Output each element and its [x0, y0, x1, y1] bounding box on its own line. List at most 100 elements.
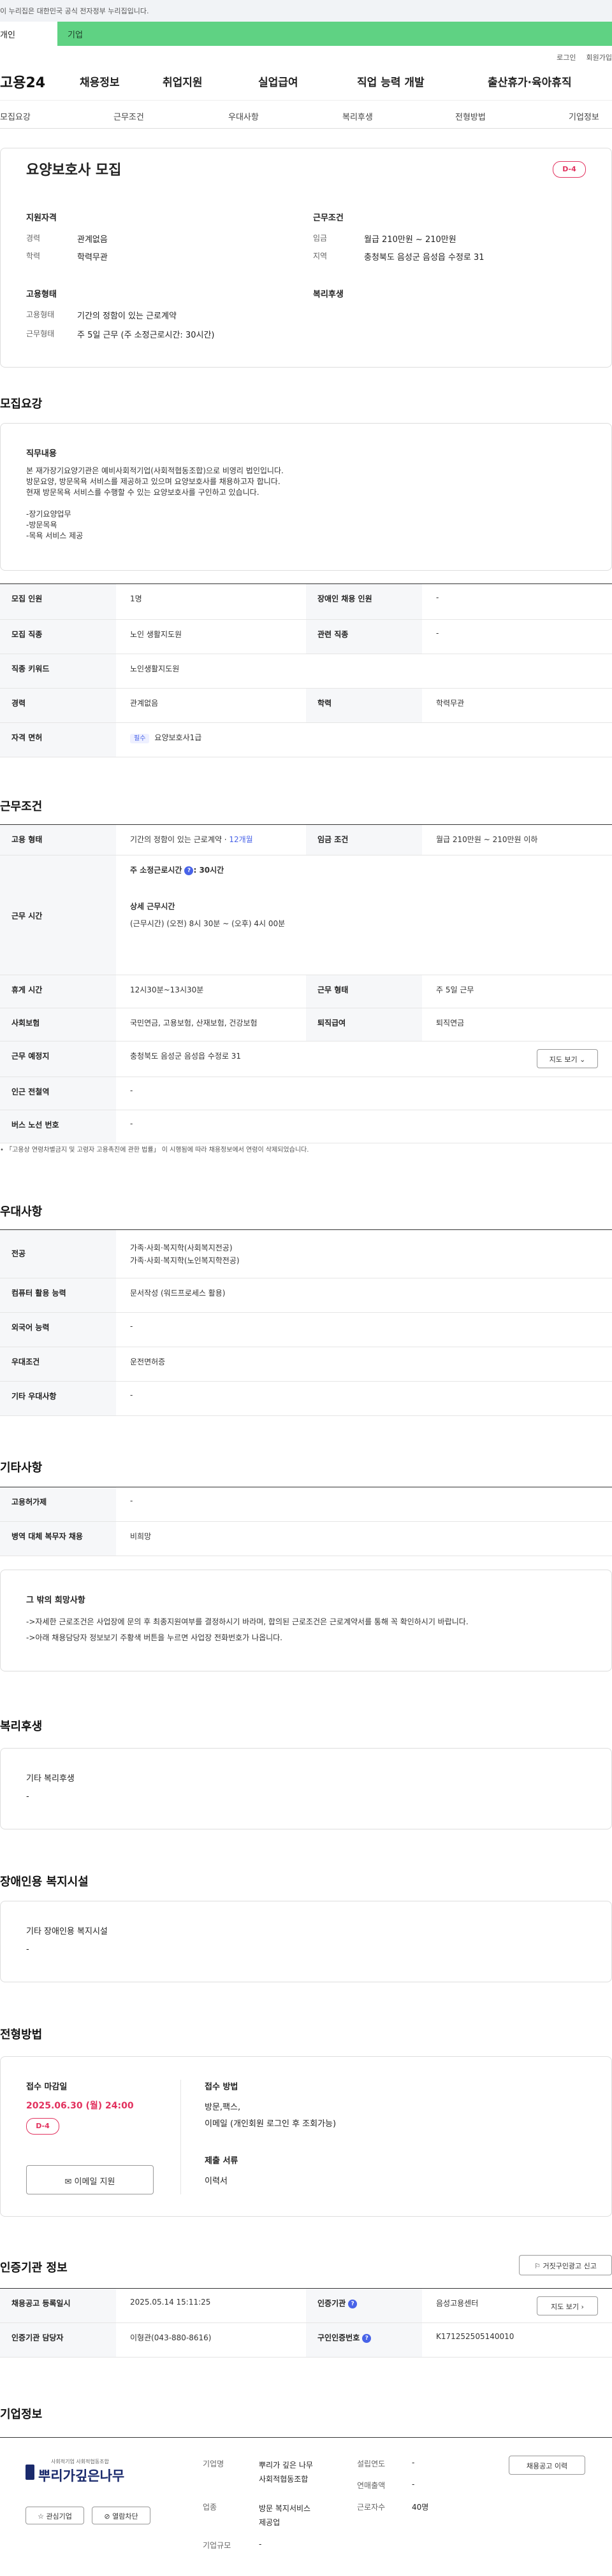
tab-welfare[interactable]: 복리후생	[342, 110, 373, 122]
company-logo-text: 뿌리가깊은나무	[38, 2468, 125, 2484]
edu-row-label: 학력	[306, 689, 422, 722]
duty-card: 직무내용 본 재가장기요양기관은 예비사회적기업(사회적협동조합)으로 비영리 …	[0, 423, 612, 571]
tab-process[interactable]: 전형방법	[455, 110, 486, 122]
inst-label-text: 인증기관	[317, 2299, 346, 2308]
block-label: 열람차단	[112, 2512, 138, 2521]
condition-heading: 근무조건	[0, 800, 43, 813]
career-row-value: 관계없음	[130, 699, 159, 708]
summary-card: 요양보호사 모집 D-4 지원자격 경력 관계없음 학력 학력무관 근무조건 임…	[0, 148, 612, 368]
welfare-card: 기타 복리후생 -	[0, 1748, 612, 1829]
map-button[interactable]: 지도 보기 ⌄	[537, 1049, 598, 1068]
agency-map-button[interactable]: 지도 보기 ›	[537, 2296, 598, 2315]
condition-table: 고용 형태 기간의 정함이 있는 근로계약 · 12개월 임금 조건 월급 210만원…	[0, 824, 612, 1143]
tab-business[interactable]: 기업	[57, 22, 612, 46]
site-logo[interactable]: 고용24	[0, 71, 80, 92]
edu-row-value: 학력무관	[436, 699, 465, 708]
duty-line: 현재 방문목욕 서비스를 수행할 수 있는 요양보호사를 구인하고 있습니다.	[26, 488, 259, 497]
nav-job-skills[interactable]: 직업 능력 개발	[357, 73, 488, 89]
license-name: 요양보호사1급	[154, 733, 202, 742]
history-button[interactable]: 채용공고 이력	[509, 2456, 585, 2475]
comp-name-line: 뿌리가 깊은 나무	[259, 2461, 313, 2470]
emp-heading: 고용형태	[26, 290, 57, 299]
tab-recruit[interactable]: 모집요강	[0, 110, 31, 122]
chevron-right-icon: ›	[581, 2303, 584, 2311]
lang-label: 외국어 능력	[0, 1313, 116, 1347]
lang-value: -	[130, 1322, 133, 1331]
bus-label: 버스 노선 번호	[0, 1110, 116, 1143]
subway-value: -	[130, 1086, 133, 1095]
break-value: 12시30분~13시30분	[130, 985, 204, 994]
wish-card: 그 밖의 희망사항 ->자세한 근로조건은 사업장에 문의 후 최종지원여부를 …	[0, 1570, 612, 1671]
main-nav: 고용24 채용정보 취업지원 실업급여 직업 능력 개발 출산휴가·육아휴직	[0, 62, 612, 101]
pref-etc-label: 기타 우대사항	[0, 1382, 116, 1415]
deadline-dday: D-4	[26, 2118, 59, 2135]
military-label: 병역 대체 복무자 채용	[0, 1522, 116, 1556]
comp-name-label: 기업명	[203, 2459, 224, 2468]
help-icon[interactable]: ?	[362, 2333, 372, 2343]
agency-table: 채용공고 등록일시 2025.05.14 15:11:25 인증기관? 음성고용센터 지…	[0, 2288, 612, 2358]
wage-cond-label: 임금 조건	[306, 825, 422, 855]
login-link[interactable]: 로그인	[557, 54, 576, 62]
emp-type-label: 고용형태	[26, 310, 55, 319]
recruit-count-label: 모집 인원	[0, 584, 116, 619]
qual-heading: 지원자격	[26, 213, 57, 223]
weekly-hours: 주 소정근로시간?: 30시간	[130, 864, 612, 875]
emp-form-text: 기간의 정함이 있는 근로계약 ·	[130, 835, 229, 844]
favorite-company-button[interactable]: ☆ 관심기업	[26, 2507, 84, 2524]
dday-badge: D-4	[553, 161, 586, 178]
area-value: 충청북도 음성군 음성읍 수정로 31	[364, 253, 484, 262]
comp-name-value: 뿌리가 깊은 나무 사회적협동조합	[259, 2458, 313, 2486]
work-time-label: 근무 시간	[0, 855, 116, 975]
email-apply-button[interactable]: ✉ 이메일 지원	[26, 2165, 154, 2194]
disabled-value: -	[26, 1945, 29, 1954]
license-value: 필수 요양보호사1급	[116, 723, 612, 757]
tab-individual[interactable]: 개인	[0, 22, 57, 46]
emp-count-label: 근로자수	[357, 2503, 386, 2512]
util-bar: 로그인 회원가입	[0, 46, 612, 62]
process-heading: 전형방법	[0, 2028, 43, 2042]
other-table: 고용허가제 - 병역 대체 복무자 채용 비희망	[0, 1487, 612, 1556]
weekly-hours-label: 주 소정근로시간	[130, 866, 182, 875]
disabled-heading: 장애인용 복지시설	[0, 1875, 89, 1889]
tab-condition[interactable]: 근무조건	[113, 110, 144, 122]
duty-line: -목욕 서비스 제공	[26, 531, 84, 540]
place-label: 근무 예정지	[0, 1041, 116, 1077]
other-heading: 기타사항	[0, 1461, 43, 1475]
map-button-label: 지도 보기	[549, 1055, 578, 1064]
subway-label: 인근 전철역	[0, 1077, 116, 1110]
docs-heading: 제출 서류	[205, 2156, 238, 2166]
pc-skill-label: 컴퓨터 활용 능력	[0, 1278, 116, 1312]
duty-line: -장기요양업무	[26, 510, 71, 519]
flag-icon: ⚐	[534, 2262, 541, 2270]
nav-maternity-leave[interactable]: 출산휴가·육아휴직	[488, 73, 602, 89]
help-icon[interactable]: ?	[184, 866, 194, 875]
duty-heading: 직무내용	[26, 449, 57, 459]
wage-cond-value: 월급 210만원 ~ 210만원 이하	[436, 835, 538, 844]
deadline-heading: 접수 마감일	[26, 2082, 68, 2092]
favorite-label: 관심기업	[46, 2512, 72, 2521]
disabled-sub: 기타 장애인용 복지시설	[26, 1927, 108, 1936]
insurance-value: 국민연금, 고용보험, 산재보험, 건강보험	[130, 1019, 258, 1027]
sales-label: 연매출액	[357, 2481, 386, 2490]
report-button[interactable]: ⚐ 거짓구인광고 신고	[519, 2255, 612, 2275]
pc-skill-value: 문서작성 (워드프로세스 활용)	[130, 1289, 226, 1298]
nav-job-info[interactable]: 채용정보	[80, 73, 163, 89]
signup-link[interactable]: 회원가입	[586, 54, 612, 62]
cert-no-value: K171252505140010	[436, 2332, 514, 2341]
cert-no-label-text: 구인인증번호	[317, 2333, 360, 2342]
wage-label: 임금	[313, 234, 328, 243]
help-icon[interactable]: ?	[348, 2299, 358, 2308]
career-row-label: 경력	[0, 689, 116, 722]
emp-form-label: 고용 형태	[0, 825, 116, 855]
work-type-label: 근무 형태	[306, 975, 422, 1008]
block-view-button[interactable]: ⊘ 열람차단	[92, 2507, 150, 2524]
insurance-label: 사회보험	[0, 1008, 116, 1041]
tab-company[interactable]: 기업정보	[569, 110, 599, 122]
nav-employment-support[interactable]: 취업지원	[163, 73, 258, 89]
permit-value: -	[130, 1496, 133, 1505]
area-label: 지역	[313, 252, 328, 261]
tab-preference[interactable]: 우대사항	[228, 110, 259, 122]
docs-value: 이력서	[205, 2177, 228, 2186]
wish-heading: 그 밖의 희망사항	[26, 1596, 85, 1605]
nav-unemployment-benefit[interactable]: 실업급여	[258, 73, 357, 89]
